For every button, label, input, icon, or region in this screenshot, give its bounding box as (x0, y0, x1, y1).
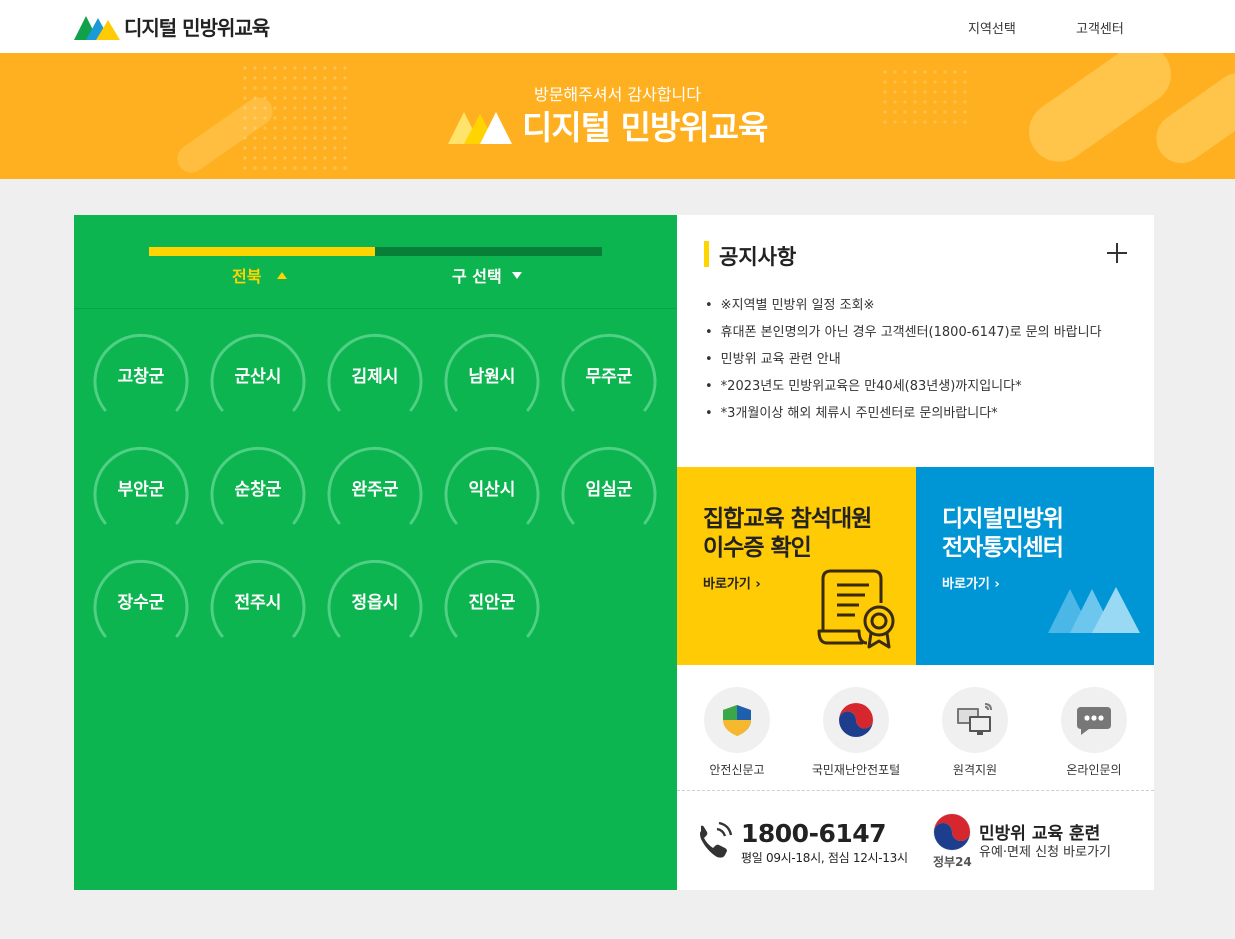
banner-title: 디지털 민방위교육 (448, 105, 768, 147)
region-label: 장수군 (117, 592, 165, 613)
region-button[interactable]: 남원시 (442, 326, 542, 426)
region-label: 익산시 (468, 479, 516, 500)
top-header: 디지털 민방위교육 지역선택 고객센터 (0, 0, 1235, 53)
region-button[interactable]: 순창군 (208, 439, 308, 539)
region-label: 전주시 (234, 592, 282, 613)
logo-text: 디지털 민방위교육 (124, 15, 270, 40)
notification-go-link[interactable]: 바로가기 › (942, 573, 1000, 592)
info-panel: 공지사항 ※지역별 민방위 일정 조회※ 휴대폰 본인명의가 아닌 경우 고객센… (677, 215, 1154, 890)
region-label: 무주군 (585, 366, 633, 387)
region-button[interactable]: 정읍시 (325, 552, 425, 652)
online-inquiry-link[interactable]: 온라인문의 (1034, 687, 1154, 778)
region-label: 남원시 (468, 366, 516, 387)
region-button[interactable]: 군산시 (208, 326, 308, 426)
nav-region-select[interactable]: 지역선택 (968, 18, 1016, 37)
chat-bubble-icon (1077, 707, 1111, 735)
region-button[interactable]: 부안군 (91, 439, 191, 539)
certificate-document-icon (817, 569, 895, 649)
training-exemption-link[interactable]: 유예·면제 신청 바로가기 (979, 841, 1111, 860)
region-label: 김제시 (351, 366, 399, 387)
phone-icon (700, 821, 733, 858)
notice-item[interactable]: *3개월이상 해외 체류시 주민센터로 문의바랍니다* (705, 405, 1102, 432)
notice-more-plus-icon[interactable] (1107, 243, 1127, 263)
electronic-notice-card[interactable]: 디지털민방위 전자통지센터 바로가기 › (916, 467, 1154, 665)
region-button[interactable]: 무주군 (559, 326, 659, 426)
region-button[interactable]: 완주군 (325, 439, 425, 539)
gov24-brand: 정부24 (933, 855, 972, 869)
notice-title: 공지사항 (719, 245, 797, 269)
remote-support-link[interactable]: 원격지원 (915, 687, 1035, 778)
mountain-logo-icon (1048, 587, 1140, 633)
notice-item[interactable]: *2023년도 민방위교육은 만40세(83년생)까지입니다* (705, 378, 1102, 405)
region-label: 순창군 (234, 479, 282, 500)
region-label: 군산시 (234, 366, 282, 387)
region-button[interactable]: 진안군 (442, 552, 542, 652)
notice-list: ※지역별 민방위 일정 조회※ 휴대폰 본인명의가 아닌 경우 고객센터(180… (705, 297, 1102, 432)
region-label: 고창군 (117, 366, 165, 387)
region-button[interactable]: 장수군 (91, 552, 191, 652)
caret-up-icon (277, 271, 288, 279)
caret-down-icon (511, 271, 522, 279)
tab-indicator-active (149, 247, 375, 256)
site-logo[interactable]: 디지털 민방위교육 (74, 10, 270, 42)
tab-indicator-inactive (375, 247, 602, 256)
shield-icon (723, 705, 751, 736)
certificate-check-card[interactable]: 집합교육 참석대원 이수증 확인 바로가기 › (677, 467, 916, 665)
hero-banner: 방문해주셔서 감사합니다 디지털 민방위교육 (0, 53, 1235, 179)
region-label: 정읍시 (351, 592, 399, 613)
region-label: 진안군 (468, 592, 516, 613)
region-button[interactable]: 김제시 (325, 326, 425, 426)
safety-report-link[interactable]: 안전신문고 (677, 687, 797, 778)
region-button[interactable]: 고창군 (91, 326, 191, 426)
region-button[interactable]: 전주시 (208, 552, 308, 652)
remote-monitor-icon (957, 703, 992, 735)
nav-customer-center[interactable]: 고객센터 (1076, 18, 1124, 37)
region-button[interactable]: 익산시 (442, 439, 542, 539)
phone-number: 1800-6147 (741, 819, 887, 848)
notice-item[interactable]: ※지역별 민방위 일정 조회※ (705, 297, 1102, 324)
phone-hours: 평일 09시-18시, 점심 12시-13시 (741, 851, 908, 865)
gov24-logo-icon[interactable] (932, 813, 972, 851)
region-label: 임실군 (585, 479, 633, 500)
disaster-portal-link[interactable]: 국민재난안전포털 (796, 687, 916, 778)
region-button[interactable]: 임실군 (559, 439, 659, 539)
mountain-logo-icon (74, 16, 120, 40)
notice-item[interactable]: 민방위 교육 관련 안내 (705, 351, 1102, 378)
mountain-logo-icon (448, 112, 512, 144)
region-panel: 전북 구 선택 고창군 군산시 김제시 남원시 무주군부안군 순창군 완주군 익산시 임실군장수… (74, 215, 677, 890)
tab-province-select[interactable]: 전북 (232, 263, 288, 287)
region-label: 완주군 (351, 479, 399, 500)
notice-item[interactable]: 휴대폰 본인명의가 아닌 경우 고객센터(1800-6147)로 문의 바랍니다 (705, 324, 1102, 351)
taegeuk-icon (839, 703, 873, 737)
region-label: 부안군 (117, 479, 165, 500)
tab-district-select[interactable]: 구 선택 (452, 263, 522, 287)
certificate-go-link[interactable]: 바로가기 › (703, 573, 761, 592)
